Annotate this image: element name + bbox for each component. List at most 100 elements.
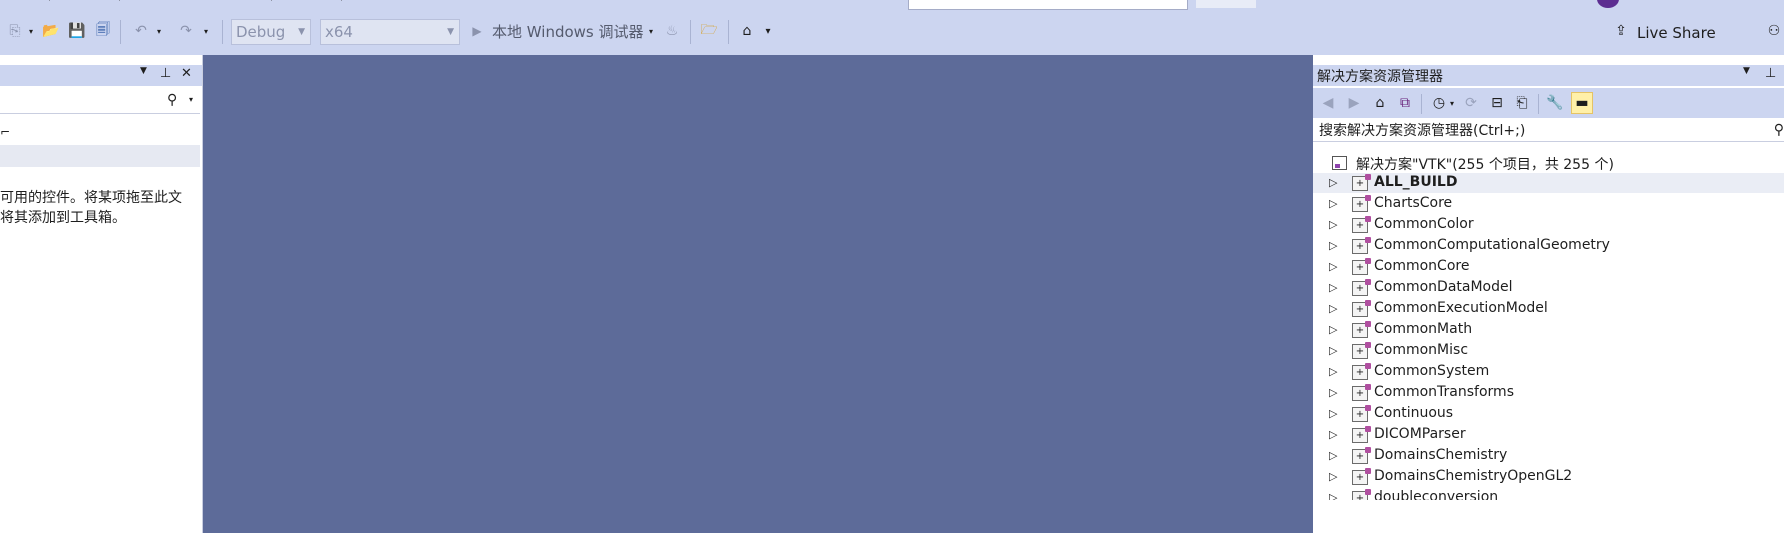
tree-row[interactable]: ▷ + CommonTransforms (1313, 383, 1784, 403)
window-position-dropdown-icon[interactable]: ▼ (140, 66, 147, 76)
tree-row[interactable]: ▷ + DICOMParser (1313, 425, 1784, 445)
expand-arrow-icon[interactable]: ▷ (1329, 365, 1337, 378)
share-icon[interactable]: ⇪ (1611, 20, 1631, 42)
window-position-dropdown-icon[interactable]: ▼ (1743, 66, 1750, 76)
collapse-all-icon[interactable]: ⊟ (1486, 92, 1508, 114)
project-label: CommonMisc (1374, 342, 1469, 358)
browser-link-icon[interactable]: ⌂ (736, 20, 758, 42)
expand-arrow-icon[interactable]: ▷ (1329, 407, 1337, 420)
search-options-dropdown-icon[interactable]: ▾ (189, 95, 193, 104)
redo-dropdown-icon[interactable]: ▾ (201, 20, 211, 42)
tree-row[interactable]: ▷ + CommonCore (1313, 257, 1784, 277)
menu-item-fragment[interactable]: ⌐ (118, 0, 132, 6)
tree-row[interactable]: ▷ + CommonSystem (1313, 362, 1784, 382)
expand-arrow-icon[interactable]: ▷ (1329, 218, 1337, 231)
project-label: ALL_BUILD (1374, 174, 1458, 190)
global-search-box[interactable] (908, 0, 1188, 10)
config-select[interactable]: Debug ▼ (231, 19, 311, 45)
back-icon[interactable]: ◀ (1317, 92, 1339, 114)
expand-arrow-icon[interactable]: ▷ (1329, 428, 1337, 441)
start-debug-icon[interactable]: ▶ (468, 20, 486, 42)
project-label: CommonDataModel (1374, 279, 1513, 295)
expand-arrow-icon[interactable]: ▷ (1329, 281, 1337, 294)
open-folder-icon[interactable]: 📂 (40, 20, 62, 42)
menu-item-fragment[interactable]: ⌐ (48, 0, 62, 6)
find-in-files-icon[interactable]: 🗁 (698, 20, 720, 42)
solution-search-input[interactable] (1317, 121, 1761, 141)
solution-explorer-toolbar: ◀ ▶ ⌂ ⧉ ◷ ▾ ⟳ ⊟ ⎗ 🔧 ▬ (1313, 88, 1784, 118)
switch-views-icon[interactable]: ⧉ (1394, 92, 1416, 114)
refresh-icon[interactable]: ⟳ (1460, 92, 1482, 114)
forward-icon[interactable]: ▶ (1343, 92, 1365, 114)
tree-row[interactable]: ▷ + CommonComputationalGeometry (1313, 236, 1784, 256)
tree-row[interactable]: ▷ + DomainsChemistryOpenGL2 (1313, 467, 1784, 487)
chevron-down-icon: ▼ (298, 27, 305, 37)
expand-arrow-icon[interactable]: ▷ (1329, 239, 1337, 252)
toolbar-overflow-icon[interactable]: ▾ (762, 20, 774, 42)
toolbox-group-header[interactable]: ⌐ (0, 125, 200, 143)
standard-toolbar: ⎘ ▾ 📂 💾 🗐 ↶ ▾ ↷ ▾ Debug ▼ x64 ▼ ▶ 本地 Win… (0, 12, 1784, 55)
account-icon[interactable]: ⚇ (1764, 20, 1784, 42)
expand-arrow-icon[interactable]: ▷ (1329, 470, 1337, 483)
expand-arrow-icon[interactable]: ▷ (1329, 260, 1337, 273)
solution-search-field[interactable]: ⚲ (1313, 120, 1784, 142)
project-icon: + (1352, 216, 1371, 233)
platform-value: x64 (325, 23, 353, 41)
filter-dropdown-icon[interactable]: ▾ (1447, 92, 1457, 114)
toolbox-search-input[interactable]: ⚲ ▾ (0, 91, 200, 114)
run-target-label[interactable]: 本地 Windows 调试器 (492, 20, 644, 44)
toolbox-empty-message: 可用的控件。将某项拖至此文 将其添加到工具箱。 (0, 188, 200, 228)
tree-row[interactable]: ▷ + DomainsChemistry (1313, 446, 1784, 466)
avatar[interactable] (1597, 0, 1619, 8)
expand-arrow-icon[interactable]: ▷ (1329, 176, 1337, 189)
preview-selected-items-icon[interactable]: ▬ (1571, 92, 1593, 114)
save-icon[interactable]: 💾 (66, 20, 88, 42)
toolbox-selected-row[interactable] (0, 145, 200, 167)
tree-row[interactable]: ▷ + doubleconversion (1313, 488, 1784, 500)
solution-icon (1332, 156, 1347, 170)
tree-row[interactable]: ▷ + CommonExecutionModel (1313, 299, 1784, 319)
show-all-files-icon[interactable]: ⎗ (1511, 92, 1533, 114)
properties-wrench-icon[interactable]: 🔧 (1544, 92, 1566, 114)
menu-item-fragment[interactable]: ⌐ (270, 0, 284, 6)
expand-arrow-icon[interactable]: ▷ (1329, 302, 1337, 315)
home-icon[interactable]: ⌂ (1369, 92, 1391, 114)
save-all-icon[interactable]: 🗐 (92, 20, 114, 42)
tree-row[interactable]: ▷ + Continuous (1313, 404, 1784, 424)
tree-row[interactable]: ▷ + CommonColor (1313, 215, 1784, 235)
tree-row[interactable]: ▷ + CommonMisc (1313, 341, 1784, 361)
undo-dropdown-icon[interactable]: ▾ (154, 20, 164, 42)
undo-icon[interactable]: ↶ (130, 20, 152, 42)
expand-arrow-icon[interactable]: ▷ (1329, 323, 1337, 336)
group-label-fragment: ⌐ (0, 125, 11, 139)
tree-row[interactable]: ▷ + CommonDataModel (1313, 278, 1784, 298)
menu-item-fragment[interactable]: ⌐ (340, 0, 354, 6)
solution-root-node[interactable]: 解决方案"VTK"(255 个项目，共 255 个) (1313, 153, 1784, 173)
platform-select[interactable]: x64 ▼ (320, 19, 460, 45)
tree-row-all-build[interactable]: ▷ + ALL_BUILD (1313, 173, 1784, 193)
expand-arrow-icon[interactable]: ▷ (1329, 491, 1337, 500)
expand-arrow-icon[interactable]: ▷ (1329, 386, 1337, 399)
tree-row[interactable]: ▷ + CommonMath (1313, 320, 1784, 340)
close-icon[interactable]: ✕ (181, 66, 192, 81)
new-item-icon[interactable]: ⎘ (4, 20, 26, 42)
chevron-down-icon: ▼ (447, 27, 454, 37)
redo-icon[interactable]: ↷ (175, 20, 197, 42)
hot-reload-icon[interactable]: ♨ (663, 20, 681, 42)
live-share-button[interactable]: Live Share (1637, 21, 1716, 45)
pin-icon[interactable]: ⊥ (160, 66, 171, 81)
project-label: CommonColor (1374, 216, 1474, 232)
expand-arrow-icon[interactable]: ▷ (1329, 449, 1337, 462)
project-label: ChartsCore (1374, 195, 1453, 211)
pin-icon[interactable]: ⊥ (1765, 66, 1776, 81)
tree-row[interactable]: ▷ + ChartsCore (1313, 194, 1784, 214)
new-item-dropdown-icon[interactable]: ▾ (26, 20, 36, 42)
project-icon: + (1352, 279, 1371, 296)
expand-arrow-icon[interactable]: ▷ (1329, 344, 1337, 357)
run-target-dropdown-icon[interactable]: ▾ (646, 20, 656, 42)
project-icon: + (1352, 237, 1371, 254)
toolbox-title-bar: ▼ ⊥ ✕ (0, 65, 202, 86)
expand-arrow-icon[interactable]: ▷ (1329, 197, 1337, 210)
project-icon: + (1352, 426, 1371, 443)
toolbox-panel: ▼ ⊥ ✕ ⚲ ▾ ⌐ 可用的控件。将某项拖至此文 将其添加到工具箱。 (0, 55, 203, 533)
